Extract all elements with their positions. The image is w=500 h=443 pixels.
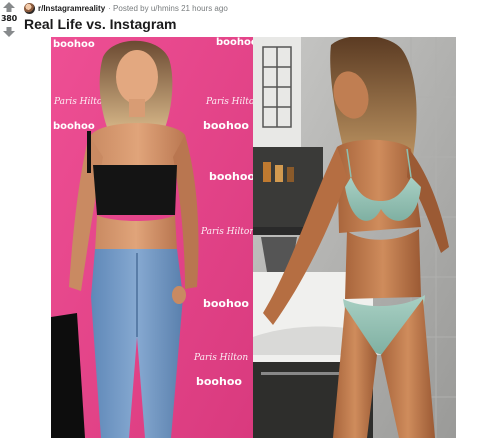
post-meta: r/Instagramreality · Posted by u/hmins 2… — [24, 2, 228, 14]
real-life-photo: boohoo boohoo boohoo boohoo boohoo booho… — [51, 37, 260, 438]
vote-column: 380 — [0, 0, 18, 443]
boohoo-logo: boohoo — [53, 121, 95, 132]
paris-hilton-script: Paris Hilton — [193, 353, 248, 363]
downvote-arrow-icon[interactable] — [3, 27, 15, 37]
posted-by-text: · Posted by u/hmins 21 hours ago — [108, 3, 228, 13]
post-image[interactable]: boohoo boohoo boohoo boohoo boohoo booho… — [51, 37, 456, 438]
comparison-image: boohoo boohoo boohoo boohoo boohoo booho… — [51, 37, 456, 438]
post-card: 380 r/Instagramreality · Posted by u/hmi… — [0, 0, 500, 443]
boohoo-logo: boohoo — [203, 297, 249, 310]
instagram-photo — [253, 37, 456, 438]
subreddit-avatar[interactable] — [24, 2, 35, 14]
vote-score: 380 — [0, 14, 18, 23]
paris-hilton-script: Paris Hilton — [53, 97, 108, 107]
subreddit-link[interactable]: r/Instagramreality — [38, 4, 105, 13]
paris-hilton-script: Paris Hilton — [200, 227, 255, 237]
upvote-arrow-icon[interactable] — [3, 2, 15, 12]
boohoo-logo: boohoo — [216, 37, 258, 48]
boohoo-logo: boohoo — [53, 39, 95, 50]
boohoo-logo: boohoo — [196, 375, 242, 388]
boohoo-logo: boohoo — [209, 170, 255, 183]
paris-hilton-script: Paris Hilton — [205, 97, 260, 107]
boohoo-logo: boohoo — [203, 119, 249, 132]
post-title[interactable]: Real Life vs. Instagram — [24, 16, 177, 32]
